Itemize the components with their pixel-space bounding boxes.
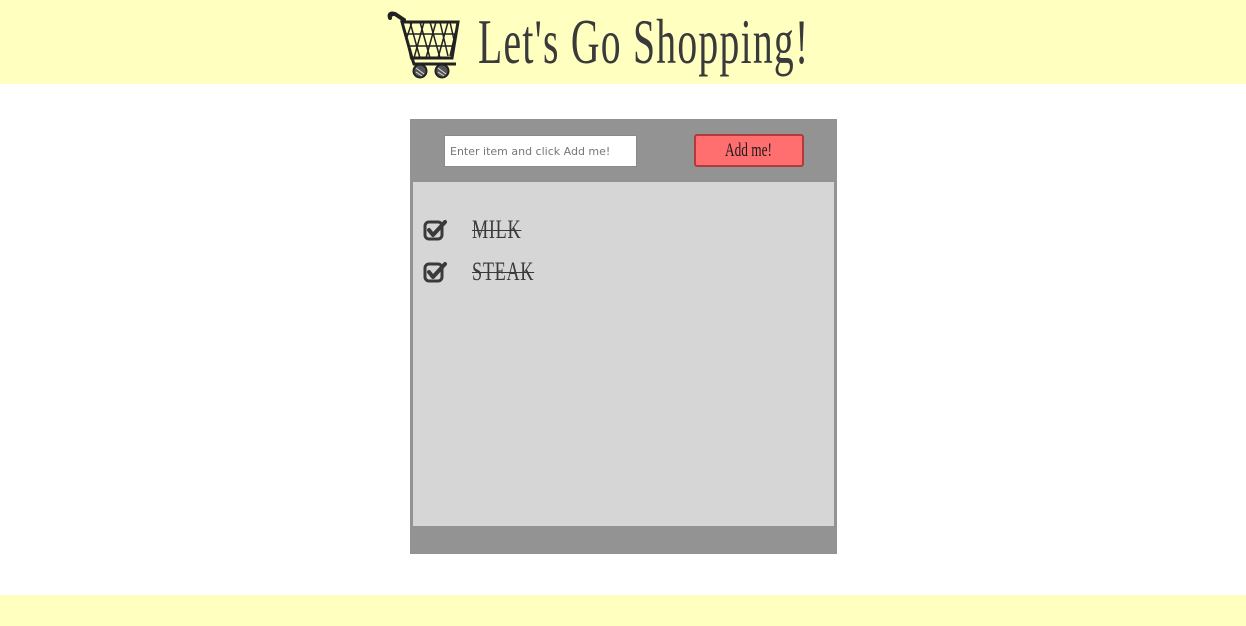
shopping-list: milk steak [413, 182, 834, 526]
item-input[interactable] [444, 135, 637, 167]
site-title: Let's Go Shopping! [478, 6, 810, 77]
add-item-button-label: Add me! [725, 139, 773, 161]
list-item[interactable]: milk [423, 214, 823, 246]
list-item[interactable]: steak [423, 256, 823, 288]
list-item-label: milk [472, 215, 522, 244]
add-item-button[interactable]: Add me! [694, 134, 804, 167]
checked-checkbox-icon[interactable] [423, 218, 447, 242]
shopping-list-panel: Add me! milk steak [410, 119, 837, 554]
list-item-label: steak [472, 257, 535, 286]
site-footer [0, 595, 1246, 626]
site-header: Let's Go Shopping! [0, 0, 1246, 84]
shopping-cart-icon [387, 11, 460, 79]
checked-checkbox-icon[interactable] [423, 260, 447, 284]
